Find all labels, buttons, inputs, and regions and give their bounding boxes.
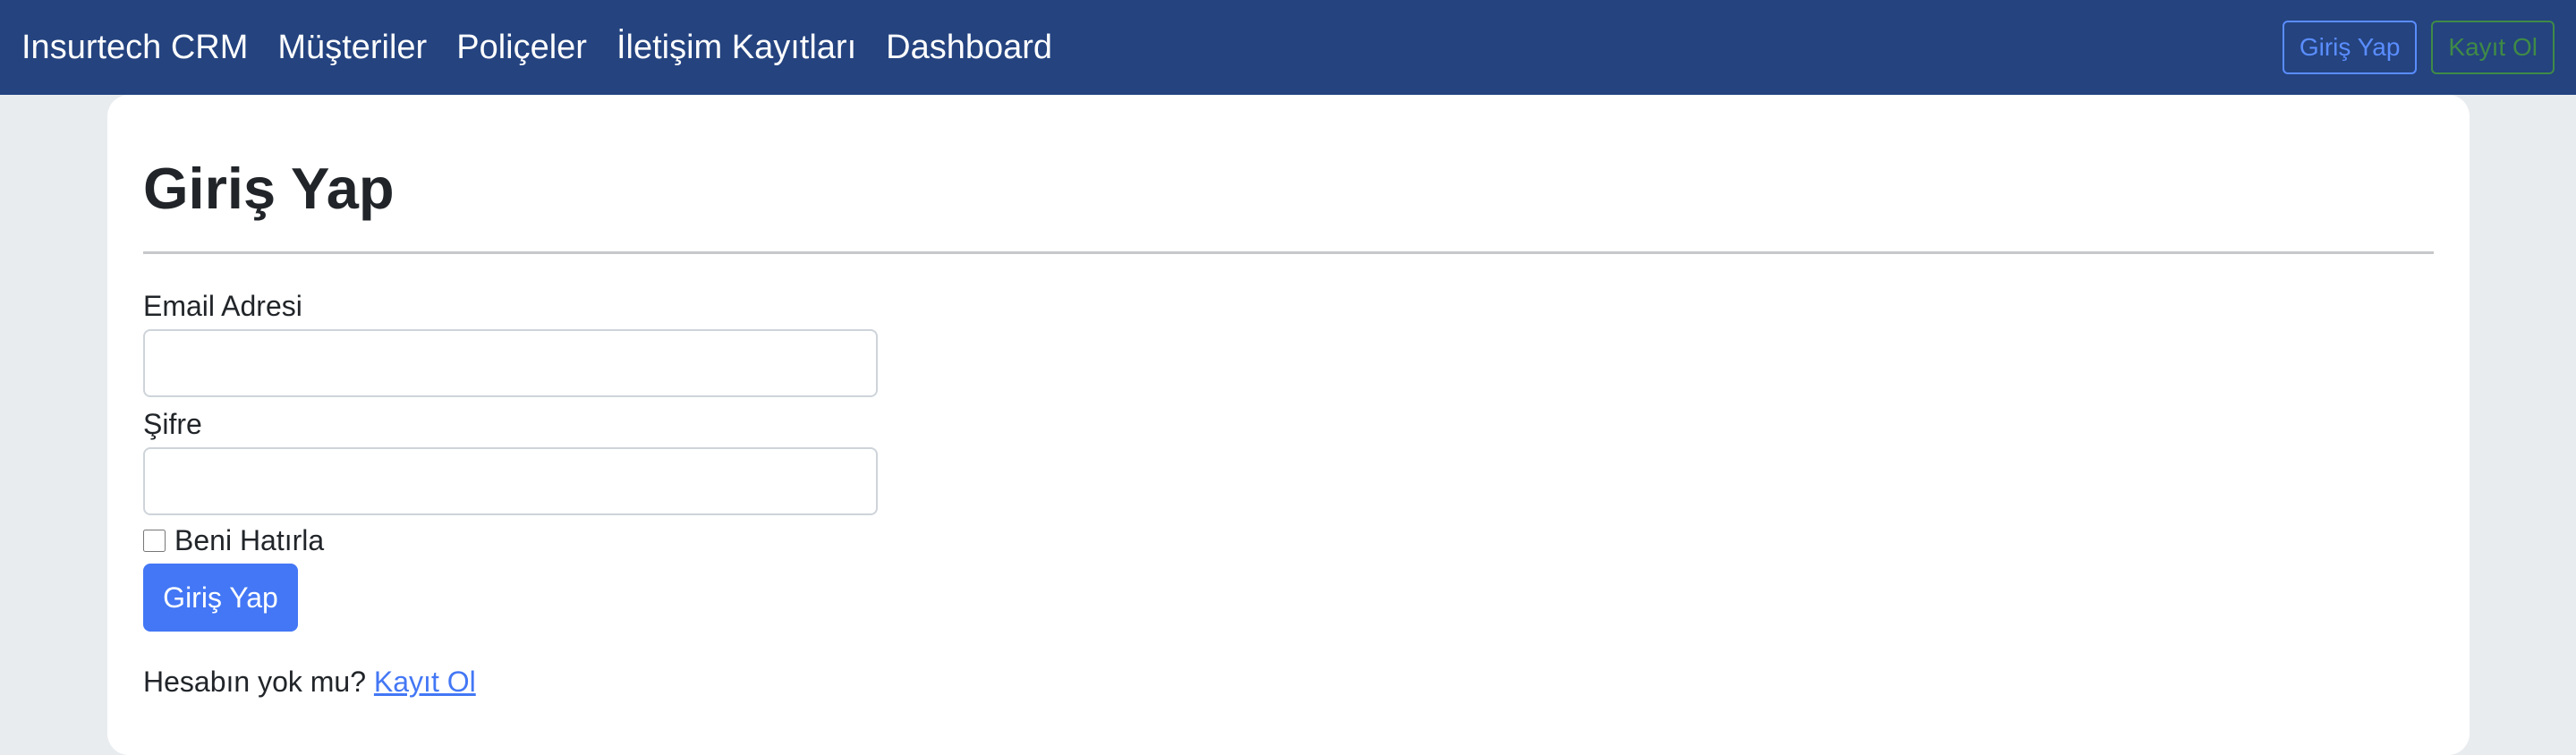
password-label: Şifre [143, 408, 202, 440]
no-account-text: Hesabın yok mu? [143, 666, 367, 698]
nav-auth-group: Giriş Yap Kayıt Ol [2282, 21, 2555, 74]
login-submit-button[interactable]: Giriş Yap [143, 564, 298, 632]
nav-link-dashboard[interactable]: Dashboard [886, 30, 1052, 64]
nav-link-customers[interactable]: Müşteriler [277, 30, 427, 64]
nav-link-policies[interactable]: Poliçeler [456, 30, 587, 64]
title-divider [143, 251, 2434, 254]
remember-me-row: Beni Hatırla [143, 526, 2434, 555]
remember-me-checkbox[interactable] [143, 529, 166, 552]
password-field[interactable] [143, 447, 878, 515]
login-card: Giriş Yap Email Adresi Şifre Beni Hatırl… [107, 95, 2470, 755]
top-navbar: Insurtech CRM Müşteriler Poliçeler İleti… [0, 0, 2576, 95]
remember-me-label: Beni Hatırla [174, 524, 325, 556]
nav-link-contact-logs[interactable]: İletişim Kayıtları [616, 30, 856, 64]
nav-left-group: Insurtech CRM Müşteriler Poliçeler İleti… [21, 30, 1052, 64]
register-prompt: Hesabın yok mu? Kayıt Ol [143, 667, 2434, 696]
page-title: Giriş Yap [143, 156, 395, 221]
brand-link[interactable]: Insurtech CRM [21, 30, 248, 64]
register-link[interactable]: Kayıt Ol [374, 666, 476, 698]
email-label: Email Adresi [143, 290, 302, 322]
email-field[interactable] [143, 329, 878, 397]
nav-login-button[interactable]: Giriş Yap [2282, 21, 2418, 74]
nav-register-button[interactable]: Kayıt Ol [2431, 21, 2555, 74]
